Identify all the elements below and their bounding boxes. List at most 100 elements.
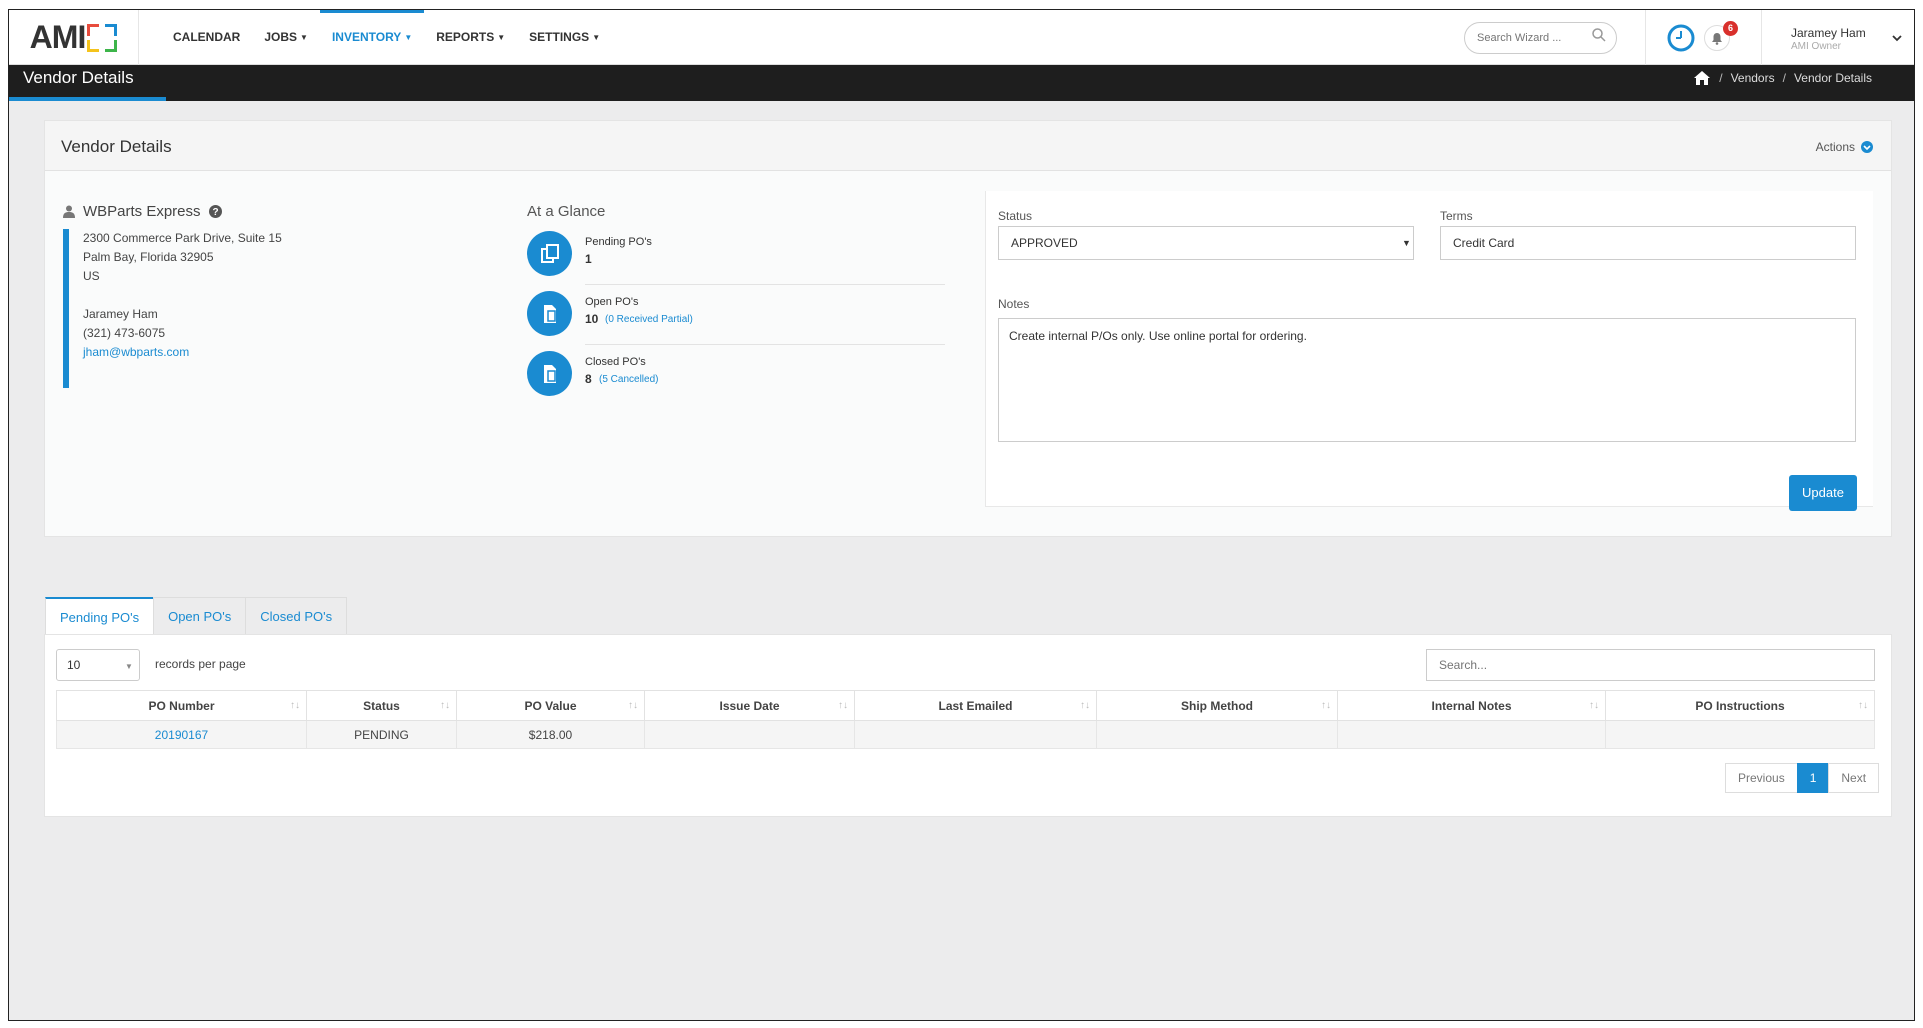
vendor-status-form: Status APPROVED ▼ Terms Credit Card Note… (985, 191, 1873, 507)
cell-issue-date (644, 720, 855, 749)
vendor-name: WBParts Express ? (63, 203, 222, 220)
sort-icon: ↑↓ (440, 700, 450, 711)
column-header-po-instructions[interactable]: PO Instructions ↑↓ (1605, 690, 1875, 721)
user-icon (63, 205, 75, 218)
panel-title: Vendor Details (61, 137, 172, 156)
column-header-ship-method[interactable]: Ship Method ↑↓ (1096, 690, 1338, 721)
chevron-down-icon[interactable] (1891, 32, 1903, 44)
tab-open-pos[interactable]: Open PO's (153, 597, 247, 635)
bell-icon (1712, 32, 1722, 45)
tab-closed-pos[interactable]: Closed PO's (245, 597, 348, 635)
nav-settings[interactable]: SETTINGS ▼ (517, 10, 612, 65)
contact-accent-bar (63, 229, 69, 388)
page-title: Vendor Details (23, 68, 134, 87)
notification-badge: 6 (1723, 21, 1738, 36)
caret-down-icon: ▼ (592, 33, 601, 42)
table-search-input[interactable] (1426, 649, 1875, 681)
pagination-previous[interactable]: Previous (1725, 763, 1798, 793)
user-role: AMI Owner (1791, 41, 1842, 52)
breadcrumb-separator: / (1782, 71, 1786, 85)
home-icon[interactable] (1693, 70, 1711, 86)
chevron-circle-down-icon (1861, 141, 1873, 153)
notes-textarea[interactable]: Create internal P/Os only. Use online po… (998, 318, 1856, 442)
caret-down-icon: ▼ (125, 662, 133, 671)
cell-po-value: $218.00 (456, 720, 645, 749)
cell-po-number[interactable]: 20190167 (56, 720, 307, 749)
address-line-2: Palm Bay, Florida 32905 (83, 250, 214, 264)
logo-text: AMI (29, 19, 87, 55)
svg-text:?: ? (212, 207, 218, 218)
select-arrow-icon: ▼ (1402, 238, 1411, 248)
pagination-page-1[interactable]: 1 (1796, 763, 1830, 793)
search-icon[interactable] (1591, 27, 1607, 43)
caret-down-icon: ▼ (497, 33, 506, 42)
breadcrumb: / Vendors / Vendor Details (1693, 70, 1872, 86)
caret-down-icon: ▼ (300, 33, 308, 42)
sort-icon: ↑↓ (1589, 700, 1599, 711)
cell-po-instructions (1605, 720, 1875, 749)
update-button[interactable]: Update (1789, 475, 1857, 511)
ami-logo[interactable]: AMI (9, 10, 139, 65)
nav-calendar[interactable]: CALENDAR (161, 10, 252, 65)
app-window: Vendor Details / Vendors / Vendor Detail… (8, 9, 1915, 1021)
divider (585, 344, 945, 345)
po-table-panel: 10 ▼ records per page PO Number↑↓ Status… (44, 634, 1892, 817)
glance-pending: Pending PO's 1 (527, 231, 945, 291)
cell-internal-notes (1337, 720, 1606, 749)
logo-mark-icon (87, 23, 118, 52)
clock-icon[interactable] (1667, 24, 1695, 52)
column-header-po-number[interactable]: PO Number ↑↓ (56, 690, 307, 721)
table-row[interactable]: 20190167 PENDING $218.00 (56, 720, 1875, 749)
pagination: Previous 1 Next (1725, 763, 1880, 793)
open-po-received-partial-link[interactable]: (0 Received Partial) (605, 314, 693, 325)
user-name[interactable]: Jaramey Ham (1791, 26, 1866, 40)
po-tabs: Pending PO's Open PO's Closed PO's (45, 597, 348, 635)
at-a-glance-title: At a Glance (527, 203, 606, 220)
vendor-name-text: WBParts Express (83, 203, 201, 220)
contact-phone: (321) 473-6075 (83, 326, 166, 340)
records-per-page-label: records per page (155, 657, 246, 671)
nav-reports[interactable]: REPORTS ▼ (424, 10, 517, 65)
cell-last-emailed (854, 720, 1097, 749)
status-label: Status (998, 209, 1033, 223)
address-country: US (83, 269, 100, 283)
terms-label: Terms (1440, 209, 1473, 223)
breadcrumb-current: Vendor Details (1793, 71, 1872, 85)
nav-jobs[interactable]: JOBS ▼ (252, 10, 320, 65)
contact-email-link[interactable]: jham@wbparts.com (83, 345, 189, 359)
divider (1645, 10, 1646, 65)
main-menu: CALENDAR JOBS ▼ INVENTORY ▼ REPORTS ▼ SETTI… (161, 10, 612, 65)
document-icon (527, 351, 572, 396)
open-po-label: Open PO's (585, 296, 639, 308)
terms-field[interactable]: Credit Card (1440, 226, 1856, 260)
nav-inventory[interactable]: INVENTORY ▼ (319, 10, 425, 65)
notes-label: Notes (998, 297, 1030, 311)
sort-icon: ↑↓ (1858, 700, 1868, 711)
pending-po-count: 1 (585, 252, 592, 266)
breadcrumb-vendors[interactable]: Vendors (1731, 71, 1775, 85)
actions-dropdown[interactable]: Actions (1816, 140, 1873, 154)
closed-po-cancelled-link[interactable]: (5 Cancelled) (599, 374, 658, 385)
table-header-row: PO Number ↑↓ Status ↑↓ PO Value ↑↓ Issue Da… (56, 690, 1875, 721)
column-header-issue-date[interactable]: Issue Date ↑↓ (644, 690, 855, 721)
breadcrumb-separator: / (1719, 71, 1723, 85)
glance-closed: Closed PO's 8 (5 Cancelled) (527, 351, 945, 411)
pending-po-label: Pending PO's (585, 236, 652, 248)
copy-icon (527, 231, 572, 276)
contact-name: Jaramey Ham (83, 307, 158, 321)
cell-status: PENDING (306, 720, 457, 749)
po-number-link[interactable]: 20190167 (155, 728, 208, 742)
po-table: PO Number ↑↓ Status ↑↓ PO Value ↑↓ Issue Da… (56, 690, 1875, 749)
top-navbar: AMI CALENDAR JOBS ▼ INVENTORY ▼ REPORTS ▼ S… (9, 10, 1914, 65)
status-select[interactable]: APPROVED (998, 226, 1414, 260)
column-header-po-value[interactable]: PO Value ↑↓ (456, 690, 645, 721)
column-header-last-emailed[interactable]: Last Emailed ↑↓ (854, 690, 1097, 721)
document-icon (527, 291, 572, 336)
divider (1761, 10, 1762, 65)
sort-icon: ↑↓ (838, 700, 848, 711)
tab-pending-pos[interactable]: Pending PO's (45, 597, 155, 635)
pagination-next[interactable]: Next (1828, 763, 1880, 793)
column-header-internal-notes[interactable]: Internal Notes ↑↓ (1337, 690, 1606, 721)
help-icon[interactable]: ? (208, 205, 222, 218)
column-header-status[interactable]: Status ↑↓ (306, 690, 457, 721)
